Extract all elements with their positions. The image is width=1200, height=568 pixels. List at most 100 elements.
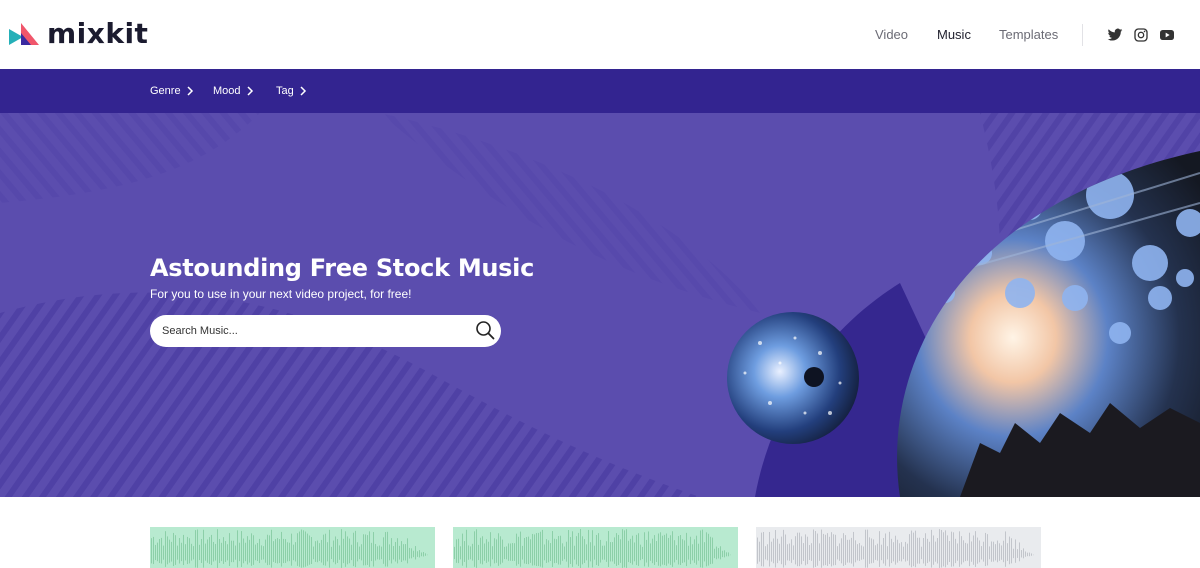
waveform-bar [375, 543, 376, 561]
waveform-bar [574, 545, 575, 560]
waveform-bar [532, 533, 533, 566]
search-icon[interactable] [475, 320, 495, 340]
waveform-bar [847, 539, 848, 563]
instagram-icon[interactable] [1133, 27, 1149, 43]
waveform-bar [311, 537, 312, 564]
waveform-bar [957, 543, 958, 561]
subnav-genre[interactable]: Genre [150, 83, 194, 99]
nav-templates[interactable]: Templates [999, 26, 1058, 44]
waveform-bar [359, 546, 360, 560]
waveform-bar [245, 542, 246, 562]
waveform-bar [528, 536, 529, 565]
waveform-bar [397, 538, 398, 564]
waveform-bar [911, 530, 912, 568]
logo[interactable]: mixkit [9, 18, 148, 50]
waveform-bar [853, 531, 854, 567]
subnav-tag[interactable]: Tag [276, 83, 307, 99]
waveform-bar [608, 531, 609, 567]
track-card[interactable] [453, 527, 738, 568]
waveform-bar [1001, 545, 1002, 560]
waveform-bar [421, 552, 422, 557]
waveform-bar [967, 543, 968, 561]
waveform-bar [175, 535, 176, 565]
waveform-bar [909, 534, 910, 566]
waveform-bar [211, 534, 212, 566]
waveform-bar [353, 532, 354, 567]
waveform-bar [622, 529, 623, 568]
waveform-bar [670, 535, 671, 565]
waveform-bar [249, 539, 250, 563]
waveform-bar [765, 546, 766, 560]
waveform-bar [710, 536, 711, 565]
waveform-bar [197, 529, 198, 568]
waveform-bar [506, 546, 507, 560]
waveform-bar [319, 543, 320, 561]
waveform-graphic [454, 529, 731, 568]
waveform-bar [466, 529, 467, 568]
waveform-bar [542, 529, 543, 568]
track-card[interactable] [150, 527, 435, 568]
track-card[interactable] [756, 527, 1041, 568]
waveform-bar [859, 543, 860, 561]
waveform-bar [827, 533, 828, 566]
waveform-bar [458, 538, 459, 564]
waveform-bar [568, 530, 569, 568]
nav-video[interactable]: Video [875, 26, 908, 44]
waveform-bar [163, 545, 164, 560]
waveform-bar [257, 542, 258, 562]
waveform-bar [273, 541, 274, 562]
waveform-bar [526, 536, 527, 565]
search-input[interactable] [162, 315, 462, 347]
waveform-bar [229, 533, 230, 566]
waveform-bar [277, 538, 278, 564]
waveform-bar [159, 539, 160, 563]
waveform-bar [291, 533, 292, 566]
waveform-bar [237, 530, 238, 568]
waveform-bar [773, 538, 774, 564]
subnav: Genre Mood Tag [0, 69, 1200, 113]
waveform-bar [391, 538, 392, 564]
site-header: mixkit Video Music Templates [0, 0, 1200, 69]
youtube-icon[interactable] [1159, 27, 1175, 43]
waveform-bar [560, 535, 561, 565]
waveform-bar [1021, 550, 1022, 558]
waveform-bar [702, 529, 703, 568]
waveform-bar [255, 544, 256, 561]
waveform-bar [620, 539, 621, 563]
waveform-bar [921, 546, 922, 560]
waveform-bar [570, 537, 571, 564]
subnav-mood[interactable]: Mood [213, 83, 254, 99]
waveform-bar [524, 537, 525, 564]
waveform-bar [993, 541, 994, 562]
waveform-bar [151, 538, 152, 564]
waveform-bar [1027, 552, 1028, 557]
waveform-bar [995, 544, 996, 561]
chevron-right-icon [300, 86, 306, 96]
waveform-bar [1031, 553, 1032, 556]
waveform-bar [1023, 548, 1024, 559]
waveform-bar [161, 537, 162, 564]
waveform-bar [666, 533, 667, 566]
nav-music[interactable]: Music [937, 26, 971, 44]
waveform-bar [688, 545, 689, 560]
waveform-bar [833, 534, 834, 566]
waveform-bar [399, 545, 400, 560]
waveform-bar [632, 535, 633, 565]
waveform-bar [369, 531, 370, 567]
waveform-bar [213, 541, 214, 562]
waveform-bar [259, 538, 260, 564]
waveform-bar [640, 544, 641, 561]
waveform-bar [775, 530, 776, 568]
waveform-bar [678, 536, 679, 565]
waveform-bar [807, 536, 808, 565]
twitter-icon[interactable] [1107, 27, 1123, 43]
waveform-bar [411, 548, 412, 559]
waveform-bar [283, 538, 284, 564]
waveform-bar [209, 537, 210, 564]
waveform-bar [484, 543, 485, 561]
waveform-bar [315, 541, 316, 562]
waveform-bar [977, 537, 978, 564]
waveform-bar [195, 530, 196, 568]
waveform-bar [831, 532, 832, 567]
waveform-bar [578, 532, 579, 567]
